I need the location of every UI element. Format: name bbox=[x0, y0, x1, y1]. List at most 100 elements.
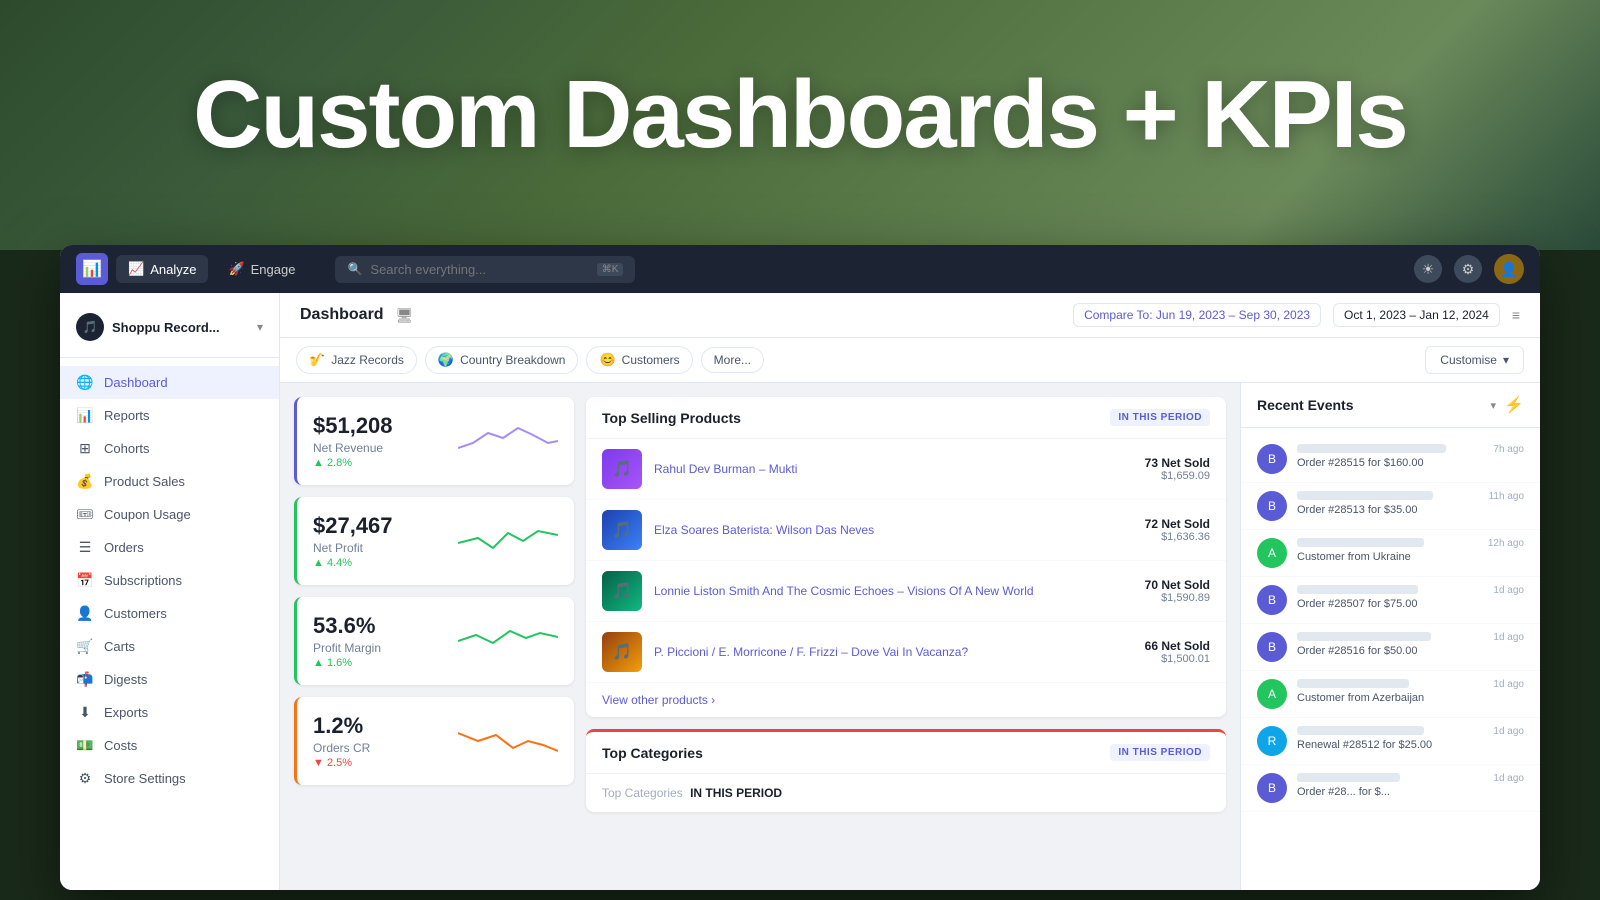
sidebar-item-exports[interactable]: ⬇ Exports bbox=[60, 696, 279, 729]
sidebar-item-reports[interactable]: 📊 Reports bbox=[60, 399, 279, 432]
view-more-label: View other products › bbox=[602, 693, 715, 707]
tab-country-icon: 🌍 bbox=[438, 352, 454, 368]
event-avatar: B bbox=[1257, 491, 1287, 521]
product-name-1: Rahul Dev Burman – Mukti bbox=[654, 461, 1133, 478]
product-stats-1: 73 Net Sold $1,659.09 bbox=[1145, 456, 1210, 482]
date-range[interactable]: Oct 1, 2023 – Jan 12, 2024 bbox=[1333, 303, 1500, 327]
event-desc: Customer from Ukraine bbox=[1297, 551, 1478, 563]
sidebar-item-product-sales[interactable]: 💰 Product Sales bbox=[60, 465, 279, 498]
event-time: 12h ago bbox=[1488, 538, 1524, 549]
tab-customers[interactable]: 😊 Customers bbox=[586, 346, 692, 374]
lightning-icon: ⚡ bbox=[1504, 395, 1524, 415]
tab-customers-icon: 😊 bbox=[599, 352, 615, 368]
monitor-icon: 🖥 bbox=[396, 307, 414, 324]
event-time: 7h ago bbox=[1493, 444, 1524, 455]
search-input[interactable] bbox=[370, 262, 588, 277]
product-row[interactable]: 🎵 P. Piccioni / E. Morricone / F. Frizzi… bbox=[586, 622, 1226, 683]
event-content: Customer from Ukraine bbox=[1297, 538, 1478, 563]
nav-tab-analyze[interactable]: 📈 Analyze bbox=[116, 255, 208, 283]
app-window: 📊 📈 Analyze 🚀 Engage 🔍 ⌘K ☀ ⚙ 👤 🎵 Shoppu… bbox=[60, 245, 1540, 890]
settings-icon[interactable]: ⚙ bbox=[1454, 255, 1482, 283]
kpi-profit-change: ▲ 4.4% bbox=[313, 557, 393, 569]
sidebar-item-digests[interactable]: 📬 Digests bbox=[60, 663, 279, 696]
sidebar-item-dashboard[interactable]: 🌐 Dashboard bbox=[60, 366, 279, 399]
workspace-header[interactable]: 🎵 Shoppu Record... ▾ bbox=[60, 305, 279, 358]
kpi-profit-value: $27,467 bbox=[313, 513, 393, 539]
product-stats-4: 66 Net Sold $1,500.01 bbox=[1145, 639, 1210, 665]
sidebar-label-reports: Reports bbox=[104, 408, 150, 423]
app-logo: 📊 bbox=[76, 253, 108, 285]
sun-icon[interactable]: ☀ bbox=[1414, 255, 1442, 283]
event-item: B Order #28513 for $35.00 11h ago bbox=[1241, 483, 1540, 530]
product-row[interactable]: 🎵 Rahul Dev Burman – Mukti 73 Net Sold $… bbox=[586, 439, 1226, 500]
product-row[interactable]: 🎵 Lonnie Liston Smith And The Cosmic Ech… bbox=[586, 561, 1226, 622]
event-time: 1d ago bbox=[1493, 773, 1524, 784]
kpi-revenue-label: Net Revenue bbox=[313, 441, 393, 455]
sidebar-item-costs[interactable]: 💵 Costs bbox=[60, 729, 279, 762]
event-name-blur bbox=[1297, 726, 1424, 735]
customise-button[interactable]: Customise ▾ bbox=[1425, 346, 1524, 374]
main-content: Dashboard 🖥 Compare To: Jun 19, 2023 – S… bbox=[280, 293, 1540, 890]
dashboard-icon: 🌐 bbox=[76, 374, 94, 391]
categories-period-text: IN THIS PERIOD bbox=[690, 786, 782, 800]
sidebar-item-orders[interactable]: ☰ Orders bbox=[60, 531, 279, 564]
sidebar-item-cohorts[interactable]: ⊞ Cohorts bbox=[60, 432, 279, 465]
kpi-revenue-value: $51,208 bbox=[313, 413, 393, 439]
costs-icon: 💵 bbox=[76, 737, 94, 754]
sidebar-label-digests: Digests bbox=[104, 672, 147, 687]
event-item: A Customer from Ukraine 12h ago bbox=[1241, 530, 1540, 577]
product-thumb-2: 🎵 bbox=[602, 510, 642, 550]
sidebar-item-carts[interactable]: 🛒 Carts bbox=[60, 630, 279, 663]
event-time: 1d ago bbox=[1493, 679, 1524, 690]
customise-chevron-icon: ▾ bbox=[1503, 353, 1509, 367]
product-thumb-4: 🎵 bbox=[602, 632, 642, 672]
product-row[interactable]: 🎵 Elza Soares Baterista: Wilson Das Neve… bbox=[586, 500, 1226, 561]
more-button[interactable]: More... bbox=[701, 347, 764, 373]
kpi-card-orders-cr: 1.2% Orders CR ▼ 2.5% bbox=[294, 697, 574, 785]
product-stats-3: 70 Net Sold $1,590.89 bbox=[1145, 578, 1210, 604]
tab-jazz-records[interactable]: 🎷 Jazz Records bbox=[296, 346, 417, 374]
product-revenue-1: $1,659.09 bbox=[1145, 470, 1210, 482]
products-panel-header: Top Selling Products IN THIS PERIOD bbox=[586, 397, 1226, 439]
sidebar-label-subscriptions: Subscriptions bbox=[104, 573, 182, 588]
user-avatar[interactable]: 👤 bbox=[1494, 254, 1524, 284]
event-desc: Order #28513 for $35.00 bbox=[1297, 504, 1479, 516]
view-more-products[interactable]: View other products › bbox=[586, 683, 1226, 717]
sidebar-label-product-sales: Product Sales bbox=[104, 474, 185, 489]
categories-panel: Top Categories IN THIS PERIOD Top Catego… bbox=[586, 729, 1226, 812]
event-content: Order #28507 for $75.00 bbox=[1297, 585, 1483, 610]
product-thumb-3: 🎵 bbox=[602, 571, 642, 611]
categories-title: Top Categories bbox=[602, 745, 703, 761]
event-name-blur bbox=[1297, 538, 1424, 547]
compare-label: Compare To: bbox=[1084, 308, 1152, 322]
event-avatar: R bbox=[1257, 726, 1287, 756]
product-revenue-2: $1,636.36 bbox=[1145, 531, 1210, 543]
nav-tab-engage[interactable]: 🚀 Engage bbox=[216, 255, 307, 283]
event-content: Customer from Azerbaijan bbox=[1297, 679, 1483, 704]
event-name-blur bbox=[1297, 632, 1431, 641]
top-nav: 📊 📈 Analyze 🚀 Engage 🔍 ⌘K ☀ ⚙ 👤 bbox=[60, 245, 1540, 293]
search-bar[interactable]: 🔍 ⌘K bbox=[335, 256, 635, 283]
digests-icon: 📬 bbox=[76, 671, 94, 688]
kpi-margin-value: 53.6% bbox=[313, 613, 381, 639]
tab-country-breakdown[interactable]: 🌍 Country Breakdown bbox=[425, 346, 579, 374]
sidebar-item-subscriptions[interactable]: 📅 Subscriptions bbox=[60, 564, 279, 597]
coupon-icon: 🎟 bbox=[76, 506, 94, 523]
kpi-orders-cr-change: ▼ 2.5% bbox=[313, 757, 370, 769]
sidebar-label-dashboard: Dashboard bbox=[104, 375, 168, 390]
sidebar-item-customers[interactable]: 👤 Customers bbox=[60, 597, 279, 630]
sidebar: 🎵 Shoppu Record... ▾ 🌐 Dashboard 📊 Repor… bbox=[60, 293, 280, 890]
event-desc: Order #28507 for $75.00 bbox=[1297, 598, 1483, 610]
hamburger-icon[interactable]: ≡ bbox=[1512, 307, 1520, 323]
sidebar-item-store-settings[interactable]: ⚙ Store Settings bbox=[60, 762, 279, 795]
kpi-profit-label: Net Profit bbox=[313, 541, 393, 555]
kpi-revenue-chart bbox=[458, 413, 558, 458]
event-name-blur bbox=[1297, 585, 1418, 594]
event-item: B Order #28515 for $160.00 7h ago bbox=[1241, 436, 1540, 483]
products-period-badge: IN THIS PERIOD bbox=[1110, 409, 1210, 426]
tab-jazz-label: Jazz Records bbox=[331, 353, 404, 367]
kpi-margin-chart bbox=[458, 613, 558, 658]
product-stats-2: 72 Net Sold $1,636.36 bbox=[1145, 517, 1210, 543]
dashboard-title: Dashboard bbox=[300, 306, 384, 324]
sidebar-item-coupon-usage[interactable]: 🎟 Coupon Usage bbox=[60, 498, 279, 531]
